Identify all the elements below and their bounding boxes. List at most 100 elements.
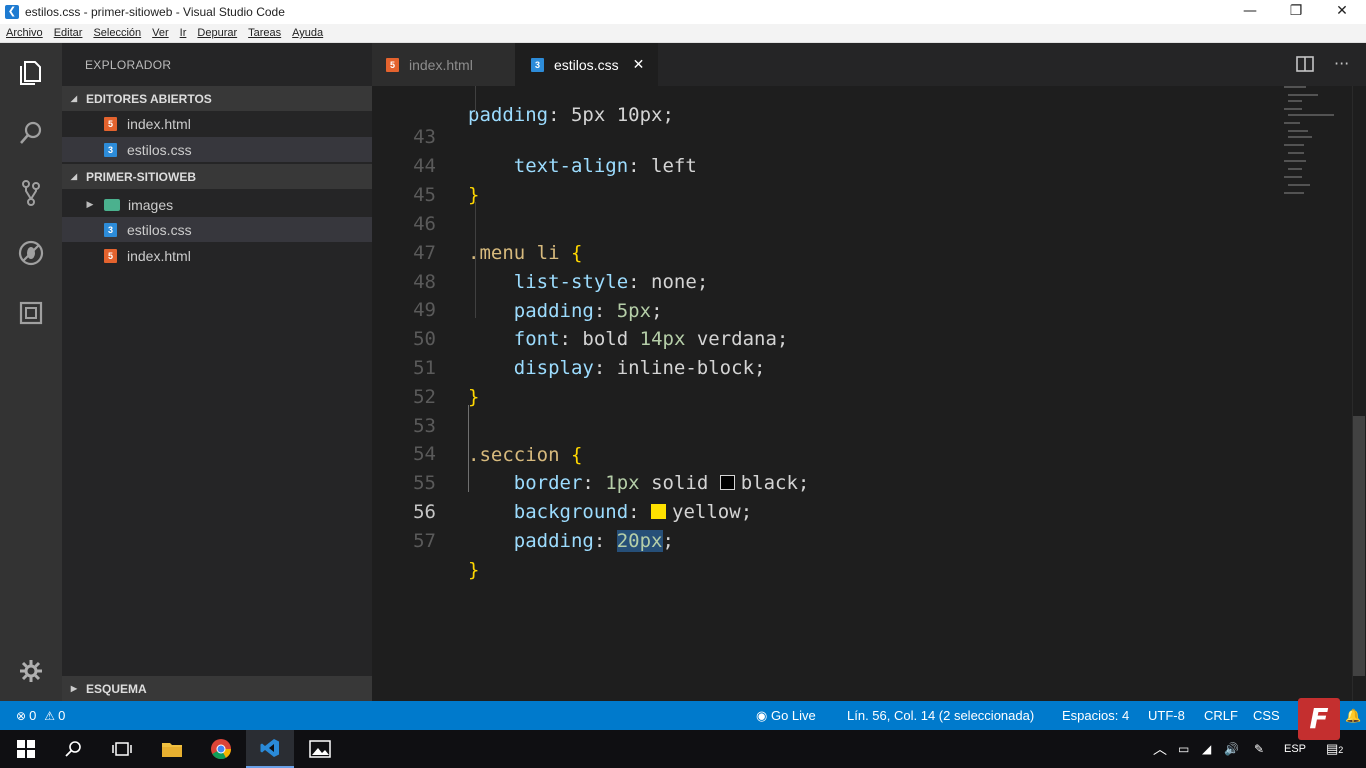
- task-view-icon[interactable]: [98, 730, 146, 768]
- code-line: 54 border: 1px solid black;: [372, 411, 1352, 494]
- editor-tabs: 5 index.html 3 estilos.css ✕ ···: [372, 43, 1366, 86]
- warning-icon: ⚠: [44, 708, 56, 723]
- menu-depurar[interactable]: Depurar: [191, 27, 242, 39]
- minimize-button[interactable]: —: [1227, 0, 1273, 24]
- activity-bar: [0, 43, 62, 701]
- windows-start-icon[interactable]: [2, 730, 50, 768]
- code-line: 47 list-style: none;: [372, 210, 1352, 293]
- title-bar: ❮ estilos.css - primer-sitioweb - Visual…: [0, 0, 1366, 24]
- open-editor-label: estilos.css: [127, 141, 192, 158]
- photos-icon[interactable]: [296, 730, 344, 768]
- pen-icon[interactable]: ✎: [1254, 730, 1264, 768]
- close-window-button[interactable]: ✕: [1319, 0, 1365, 24]
- broadcast-icon: ◉: [756, 709, 768, 724]
- language-mode[interactable]: CSS: [1253, 701, 1280, 730]
- vscode-icon: ❮: [5, 5, 19, 19]
- channel-logo: F: [1298, 698, 1340, 740]
- device-icon[interactable]: ▭: [1178, 730, 1189, 768]
- html-file-icon: 5: [386, 57, 399, 72]
- code-line: 46 .menu li {: [372, 181, 1352, 264]
- menu-ayuda[interactable]: Ayuda: [286, 27, 328, 39]
- css-file-icon: 3: [104, 142, 117, 157]
- window-title: estilos.css - primer-sitioweb - Visual S…: [25, 5, 285, 19]
- text-selection: 20px: [616, 530, 663, 552]
- split-editor-icon[interactable]: [1296, 56, 1314, 72]
- vscode-icon[interactable]: [246, 730, 294, 768]
- notifications-bell-icon[interactable]: 🔔: [1345, 701, 1361, 730]
- code-line: 55 background: yellow;: [372, 440, 1352, 523]
- tab-index-html[interactable]: 5 index.html: [372, 43, 515, 86]
- notification-count: 2: [1338, 745, 1344, 755]
- file-explorer-icon[interactable]: [148, 730, 196, 768]
- chrome-icon[interactable]: [197, 730, 245, 768]
- volume-icon[interactable]: 🔊: [1224, 730, 1239, 768]
- code-line: 53 .seccion {: [372, 383, 1352, 466]
- chevron-right-icon: ▶: [70, 684, 78, 693]
- code-line: 52: [372, 354, 1352, 408]
- chevron-down-icon: ◢: [70, 94, 78, 103]
- menu-tareas[interactable]: Tareas: [242, 27, 286, 39]
- menu-bar: Archivo Editar Selección Ver Ir Depurar …: [0, 24, 1366, 43]
- html-file-icon: 5: [104, 248, 117, 263]
- problems-indicator[interactable]: ⊗ 0 ⚠ 0: [16, 701, 65, 730]
- html-file-icon: 5: [104, 116, 117, 131]
- show-hidden-icons-icon[interactable]: ︿: [1153, 730, 1167, 768]
- restore-button[interactable]: ❐: [1273, 0, 1319, 24]
- error-count: 0: [29, 708, 37, 723]
- files-icon[interactable]: [13, 55, 49, 91]
- code-editor[interactable]: padding: 5px 10px; 43 text-align: left 4…: [372, 86, 1366, 701]
- chevron-right-icon: ▶: [86, 199, 94, 209]
- tree-file-estilos-css[interactable]: 3 estilos.css: [62, 217, 372, 242]
- menu-seleccion[interactable]: Selección: [87, 27, 146, 39]
- debug-icon[interactable]: [13, 235, 49, 271]
- network-icon[interactable]: ◢: [1202, 730, 1211, 768]
- cursor-position[interactable]: Lín. 56, Col. 14 (2 seleccionada): [847, 701, 1034, 730]
- more-actions-icon[interactable]: ···: [1334, 54, 1349, 73]
- sidebar-title: EXPLORADOR: [85, 58, 172, 72]
- css-file-icon: 3: [104, 222, 117, 237]
- indentation-setting[interactable]: Espacios: 4: [1062, 701, 1129, 730]
- open-editor-index-html[interactable]: 5 index.html: [62, 111, 372, 136]
- menu-archivo[interactable]: Archivo: [0, 27, 48, 39]
- outline-section[interactable]: ▶ ESQUEMA: [62, 676, 372, 701]
- code-line: 50 display: inline-block;: [372, 296, 1352, 379]
- search-icon[interactable]: [50, 730, 98, 768]
- windows-taskbar: ︿ ▭ ◢ 🔊 ✎ ESP ▤2: [0, 730, 1366, 768]
- tree-item-label: estilos.css: [127, 221, 192, 238]
- error-icon: ⊗: [16, 708, 27, 723]
- tab-estilos-css[interactable]: 3 estilos.css ✕: [515, 43, 658, 86]
- tab-label: estilos.css: [554, 56, 619, 73]
- line-number: 57: [413, 530, 436, 552]
- code-line: 51 }: [372, 325, 1352, 408]
- tree-item-label: index.html: [127, 247, 191, 264]
- scrollbar-thumb[interactable]: [1353, 416, 1365, 676]
- menu-ver[interactable]: Ver: [146, 27, 174, 39]
- eol-setting[interactable]: CRLF: [1204, 701, 1238, 730]
- close-icon[interactable]: ✕: [633, 57, 645, 73]
- extensions-icon[interactable]: [13, 295, 49, 331]
- source-control-icon[interactable]: [13, 175, 49, 211]
- code-line-current: 56 padding: 20px;: [372, 469, 1352, 552]
- css-file-icon: 3: [531, 57, 544, 72]
- tree-file-index-html[interactable]: 5 index.html: [62, 243, 372, 268]
- open-editors-section[interactable]: ◢ EDITORES ABIERTOS: [62, 86, 372, 111]
- code-line: 57 }: [372, 498, 1352, 581]
- open-editor-estilos-css[interactable]: 3 estilos.css: [62, 137, 372, 162]
- tree-folder-images[interactable]: ▶ images: [62, 192, 372, 217]
- outline-header: ESQUEMA: [86, 681, 147, 696]
- chat-icon: ▤: [1326, 741, 1339, 756]
- vertical-scrollbar[interactable]: [1352, 86, 1366, 701]
- minimap[interactable]: [1280, 86, 1340, 206]
- code-line: 49 font: bold 14px verdana;: [372, 267, 1352, 350]
- folder-icon: [104, 198, 120, 211]
- go-live-button[interactable]: ◉ Go Live: [756, 701, 816, 730]
- project-section[interactable]: ◢ PRIMER-SITIOWEB: [62, 164, 372, 189]
- settings-gear-icon[interactable]: [13, 653, 49, 689]
- go-live-label: Go Live: [770, 708, 816, 723]
- open-editor-label: index.html: [127, 115, 191, 132]
- menu-editar[interactable]: Editar: [48, 27, 88, 39]
- search-icon[interactable]: [13, 115, 49, 151]
- tab-label: index.html: [409, 56, 473, 73]
- menu-ir[interactable]: Ir: [174, 27, 192, 39]
- encoding-setting[interactable]: UTF-8: [1148, 701, 1185, 730]
